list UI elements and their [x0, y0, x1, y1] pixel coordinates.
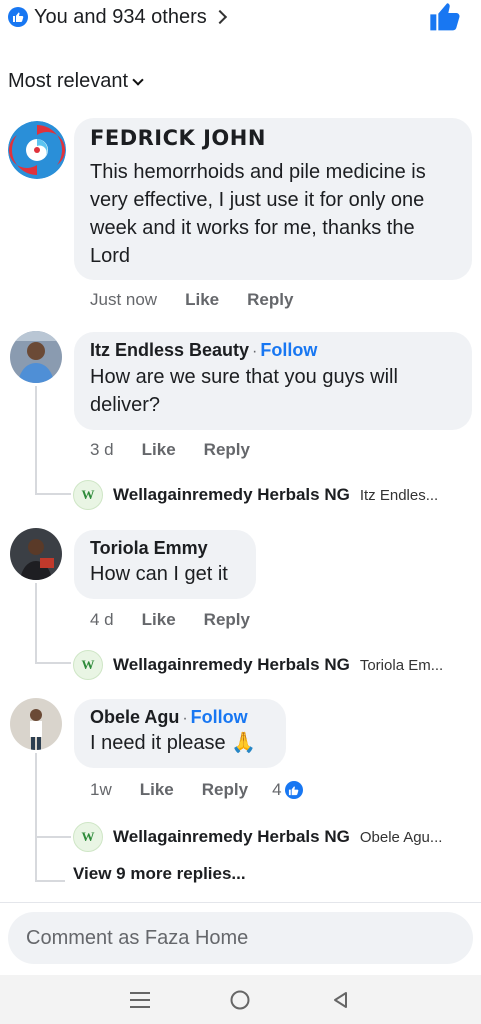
- reply-button[interactable]: Reply: [204, 610, 250, 630]
- comment-author[interactable]: Toriola Emmy: [90, 538, 240, 559]
- reactions-summary[interactable]: You and 934 others: [8, 4, 227, 30]
- chevron-right-icon: [212, 9, 227, 25]
- like-reaction-icon: [8, 7, 28, 27]
- reply-text: Toriola Em...: [359, 656, 444, 674]
- comment-bubble[interactable]: Obele Agu · Follow I need it please 🙏: [74, 699, 286, 768]
- thread-line: [35, 386, 37, 494]
- avatar[interactable]: [10, 528, 62, 580]
- page-logo-icon: W: [73, 822, 103, 852]
- reaction-count[interactable]: 4: [272, 780, 303, 800]
- reply-button[interactable]: Reply: [202, 780, 248, 800]
- page-logo-icon: W: [73, 480, 103, 510]
- comment-author[interactable]: Itz Endless Beauty: [90, 340, 249, 360]
- comment-text: This hemorrhoids and pile medicine is ve…: [90, 161, 426, 267]
- avatar[interactable]: [10, 698, 62, 750]
- separator-dot: ·: [182, 710, 188, 727]
- comment-time: 3 d: [90, 440, 114, 459]
- sort-label: Most relevant: [8, 70, 129, 92]
- thread-line: [35, 880, 65, 882]
- system-nav-bar: [0, 975, 481, 1024]
- comment-input-placeholder: Comment as Faza Home: [26, 926, 249, 949]
- comment-actions: 3 d Like Reply: [90, 440, 250, 460]
- comment-input[interactable]: Comment as Faza Home: [8, 912, 473, 964]
- reply-text: Itz Endles...: [359, 486, 439, 504]
- thread-line: [35, 583, 37, 663]
- reply-button[interactable]: Reply: [204, 440, 250, 460]
- thread-line: [35, 836, 71, 838]
- comment-bubble[interactable]: Itz Endless Beauty · Follow How are we sur…: [74, 332, 472, 430]
- comment-actions: 1w Like Reply 4: [90, 780, 303, 800]
- comment-text: How can I get it: [90, 563, 228, 585]
- like-button[interactable]: Like: [185, 290, 219, 310]
- avatar[interactable]: [8, 121, 66, 179]
- comment-actions: Just now Like Reply: [90, 290, 293, 310]
- avatar[interactable]: [10, 331, 62, 383]
- separator-dot: ·: [252, 343, 258, 360]
- reactions-text: You and 934 others: [34, 5, 207, 28]
- comment-text: How are we sure that you guys will deliv…: [90, 366, 398, 416]
- comment-author[interactable]: Obele Agu: [90, 707, 179, 727]
- home-circle-icon[interactable]: [220, 980, 260, 1020]
- thread-line: [35, 662, 71, 664]
- like-button[interactable]: Like: [140, 780, 174, 800]
- comment-bubble[interactable]: Toriola Emmy How can I get it: [74, 530, 256, 599]
- chevron-down-icon: [132, 73, 144, 86]
- reply-text: Obele Agu...: [359, 828, 443, 846]
- comment-text: I need it please 🙏: [90, 732, 257, 754]
- menu-icon[interactable]: [120, 980, 160, 1020]
- reply-author: Wellagainremedy Herbals NG: [113, 485, 350, 504]
- page-logo-icon: W: [73, 650, 103, 680]
- like-reaction-icon: [284, 781, 303, 799]
- reply-preview[interactable]: W Wellagainremedy Herbals NG Toriola Em.…: [73, 650, 443, 680]
- follow-button[interactable]: Follow: [260, 340, 317, 360]
- follow-button[interactable]: Follow: [191, 707, 248, 727]
- comment-actions: 4 d Like Reply: [90, 610, 250, 630]
- thread-line: [35, 493, 71, 495]
- back-triangle-icon[interactable]: [321, 980, 361, 1020]
- reply-preview[interactable]: W Wellagainremedy Herbals NG Obele Agu..…: [73, 822, 442, 852]
- comment-author[interactable]: FEDRICK JOHN: [90, 126, 456, 150]
- sort-dropdown[interactable]: Most relevant: [8, 70, 144, 93]
- reply-author: Wellagainremedy Herbals NG: [113, 827, 350, 846]
- like-icon[interactable]: [429, 2, 461, 32]
- reply-button[interactable]: Reply: [247, 290, 293, 310]
- reaction-count-value: 4: [272, 780, 282, 799]
- comment-bubble[interactable]: FEDRICK JOHN This hemorrhoids and pile m…: [74, 118, 472, 280]
- reply-preview[interactable]: W Wellagainremedy Herbals NG Itz Endles.…: [73, 480, 438, 510]
- view-more-replies-link[interactable]: View 9 more replies...: [73, 864, 246, 884]
- comment-time: 1w: [90, 780, 112, 799]
- reply-author: Wellagainremedy Herbals NG: [113, 655, 350, 674]
- like-button[interactable]: Like: [142, 440, 176, 460]
- thread-line: [35, 753, 37, 881]
- like-button[interactable]: Like: [142, 610, 176, 630]
- divider: [0, 902, 481, 903]
- comment-time: Just now: [90, 290, 158, 309]
- comment-time: 4 d: [90, 610, 114, 629]
